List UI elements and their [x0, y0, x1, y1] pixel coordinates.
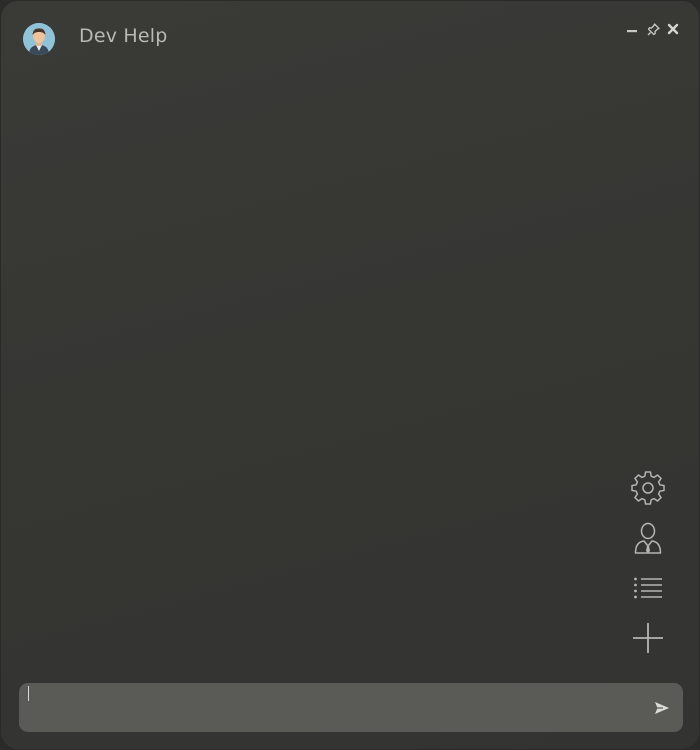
message-composer	[19, 683, 683, 732]
text-caret	[28, 686, 29, 701]
minimize-icon	[627, 30, 637, 33]
side-toolbar	[629, 469, 667, 669]
title-bar[interactable]: Dev Help	[1, 1, 699, 73]
chat-window: Dev Help	[0, 0, 700, 750]
send-button[interactable]	[651, 697, 673, 719]
pin-button[interactable]	[645, 21, 661, 37]
minimize-button[interactable]	[624, 21, 640, 37]
close-button[interactable]	[665, 21, 681, 37]
message-input[interactable]	[27, 683, 627, 732]
user-icon	[634, 522, 662, 554]
close-icon	[667, 23, 679, 35]
send-icon	[655, 702, 669, 714]
plus-icon	[633, 623, 663, 653]
new-chat-button[interactable]	[629, 619, 667, 657]
window-title: Dev Help	[79, 25, 168, 47]
gear-icon	[631, 471, 665, 505]
history-button[interactable]	[629, 569, 667, 607]
persona-button[interactable]	[629, 519, 667, 557]
avatar-icon	[23, 23, 55, 55]
avatar	[23, 23, 55, 55]
settings-button[interactable]	[629, 469, 667, 507]
list-icon	[634, 577, 662, 599]
pin-icon	[647, 22, 660, 35]
